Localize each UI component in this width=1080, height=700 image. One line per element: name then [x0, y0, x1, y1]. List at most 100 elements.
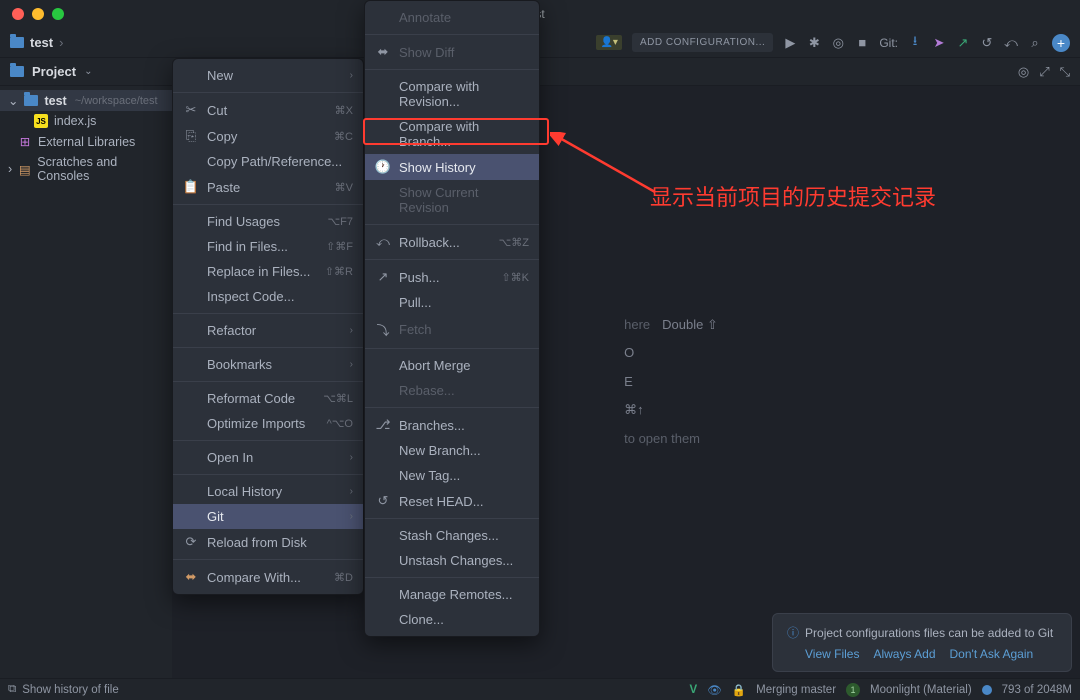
menu-new-branch[interactable]: New Branch...: [365, 438, 539, 463]
notif-dont-ask[interactable]: Don't Ask Again: [950, 647, 1034, 661]
rollback-icon: ⤺: [375, 234, 391, 250]
menu-pull[interactable]: Pull...: [365, 290, 539, 315]
menu-rollback[interactable]: ⤺Rollback...⌥⌘Z: [365, 229, 539, 255]
tree-root[interactable]: ⌄ test ~/workspace/test: [0, 90, 172, 111]
breadcrumb-project[interactable]: test: [30, 35, 53, 50]
menu-label: Show History: [399, 160, 529, 175]
expand-all-icon[interactable]: ⤢: [1039, 64, 1049, 80]
tool-window-icon[interactable]: ⧉: [8, 683, 16, 696]
menu-reformat[interactable]: Reformat Code⌥⌘L: [173, 386, 363, 411]
menu-annotate: Annotate: [365, 5, 539, 30]
menu-shortcut: ⌘V: [335, 181, 353, 194]
menu-copy-path[interactable]: Copy Path/Reference...: [173, 149, 363, 174]
js-file-icon: JS: [34, 114, 48, 128]
hint-label: to open them: [624, 425, 700, 454]
debug-icon[interactable]: ✱: [807, 36, 821, 50]
select-opened-file-icon[interactable]: ◎: [1018, 64, 1029, 80]
menu-push[interactable]: ↗Push...⇧⌘K: [365, 264, 539, 290]
project-tool-window-header: Project ⌄ ◎ ⤢ ⤡: [0, 58, 1080, 86]
chevron-down-icon[interactable]: ⌄: [84, 66, 92, 77]
vcs-history-icon[interactable]: ↺: [980, 36, 994, 50]
coverage-icon[interactable]: ◎: [831, 36, 845, 50]
window-controls: [12, 8, 64, 20]
titlebar: st: [0, 0, 1080, 28]
run-icon[interactable]: ▶: [783, 36, 797, 50]
menu-bookmarks[interactable]: Bookmarks›: [173, 352, 363, 377]
maximize-window-button[interactable]: [52, 8, 64, 20]
menu-open-in[interactable]: Open In›: [173, 445, 363, 470]
submenu-arrow-icon: ›: [350, 359, 353, 370]
vcs-commit-icon[interactable]: ➤: [932, 36, 946, 50]
tree-root-path: ~/workspace/test: [75, 95, 158, 107]
minimize-window-button[interactable]: [32, 8, 44, 20]
theme-dot-icon: [982, 685, 992, 695]
vcs-rollback-icon[interactable]: ⤺: [1004, 36, 1018, 50]
add-icon[interactable]: +: [1052, 34, 1070, 52]
tree-file-index[interactable]: JS index.js: [0, 111, 172, 131]
notification-badge[interactable]: 1: [846, 683, 860, 697]
collapse-all-icon[interactable]: ⤡: [1060, 64, 1070, 80]
tree-external-libraries[interactable]: ⊞ External Libraries: [0, 131, 172, 152]
menu-new-tag[interactable]: New Tag...: [365, 463, 539, 488]
clipboard-icon: 📋: [183, 179, 199, 195]
menu-copy[interactable]: ⎘Copy⌘C: [173, 123, 363, 149]
status-git-branch[interactable]: Merging master: [756, 684, 836, 696]
annotation-text: 显示当前项目的历史提交记录: [650, 180, 936, 212]
menu-clone[interactable]: Clone...: [365, 607, 539, 632]
menu-cut[interactable]: ✂Cut⌘X: [173, 97, 363, 123]
add-configuration-button[interactable]: ADD CONFIGURATION...: [632, 33, 773, 52]
tree-root-label: test: [44, 94, 66, 108]
expand-icon[interactable]: ›: [8, 162, 12, 176]
menu-unstash[interactable]: Unstash Changes...: [365, 548, 539, 573]
eye-icon[interactable]: 👁: [707, 683, 722, 697]
menu-compare-revision[interactable]: Compare with Revision...: [365, 74, 539, 114]
push-icon: ↗: [375, 269, 391, 285]
notification-balloon: ⓘ Project configurations files can be ad…: [772, 613, 1072, 672]
stop-icon[interactable]: ■: [855, 36, 869, 50]
menu-branches[interactable]: ⎇Branches...: [365, 412, 539, 438]
search-icon[interactable]: ⌕: [1028, 36, 1042, 50]
menu-optimize-imports[interactable]: Optimize Imports^⌥O: [173, 411, 363, 436]
menu-label: Reset HEAD...: [399, 494, 529, 509]
menu-reload-from-disk[interactable]: ⟳Reload from Disk: [173, 529, 363, 555]
menu-compare-branch[interactable]: Compare with Branch...: [365, 114, 539, 154]
menu-git[interactable]: Git›: [173, 504, 363, 529]
project-view-label[interactable]: Project: [32, 64, 76, 79]
menu-compare-with[interactable]: ⬌Compare With...⌘D: [173, 564, 363, 590]
menu-label: Local History: [207, 484, 342, 499]
menu-replace-in-files[interactable]: Replace in Files...⇧⌘R: [173, 259, 363, 284]
menu-label: New: [207, 68, 342, 83]
menu-find-usages[interactable]: Find Usages⌥F7: [173, 209, 363, 234]
scratches-icon: ▤: [18, 162, 31, 177]
menu-inspect-code[interactable]: Inspect Code...: [173, 284, 363, 309]
menu-shortcut: ⇧⌘F: [326, 240, 353, 253]
expand-icon[interactable]: ⌄: [8, 93, 18, 108]
menu-manage-remotes[interactable]: Manage Remotes...: [365, 582, 539, 607]
menu-label: New Branch...: [399, 443, 529, 458]
vcs-push-icon[interactable]: ↗: [956, 36, 970, 50]
close-window-button[interactable]: [12, 8, 24, 20]
code-with-me-icon[interactable]: 👤▾: [596, 35, 621, 50]
menu-new[interactable]: New›: [173, 63, 363, 88]
status-theme[interactable]: Moonlight (Material): [870, 684, 972, 696]
menu-paste[interactable]: 📋Paste⌘V: [173, 174, 363, 200]
menu-label: Find in Files...: [207, 239, 318, 254]
menu-abort-merge[interactable]: Abort Merge: [365, 353, 539, 378]
lock-icon[interactable]: 🔒: [732, 683, 746, 697]
vcs-update-icon[interactable]: ⭳: [908, 36, 922, 50]
menu-show-diff: ⬌Show Diff: [365, 39, 539, 65]
notif-view-files[interactable]: View Files: [805, 647, 859, 661]
menu-reset-head[interactable]: ↺Reset HEAD...: [365, 488, 539, 514]
menu-find-in-files[interactable]: Find in Files... ⇧⌘F: [173, 234, 363, 259]
menu-shortcut: ⇧⌘R: [325, 265, 353, 278]
status-v[interactable]: V: [690, 684, 698, 696]
status-memory[interactable]: 793 of 2048M: [1002, 684, 1072, 696]
tree-scratches[interactable]: › ▤ Scratches and Consoles: [0, 152, 172, 186]
notif-always-add[interactable]: Always Add: [873, 647, 935, 661]
menu-refactor[interactable]: Refactor›: [173, 318, 363, 343]
menu-stash[interactable]: Stash Changes...: [365, 523, 539, 548]
menu-local-history[interactable]: Local History›: [173, 479, 363, 504]
menu-show-history[interactable]: 🕐Show History: [365, 154, 539, 180]
menu-shortcut: ⇧⌘K: [501, 271, 529, 284]
menu-separator: [173, 204, 363, 205]
